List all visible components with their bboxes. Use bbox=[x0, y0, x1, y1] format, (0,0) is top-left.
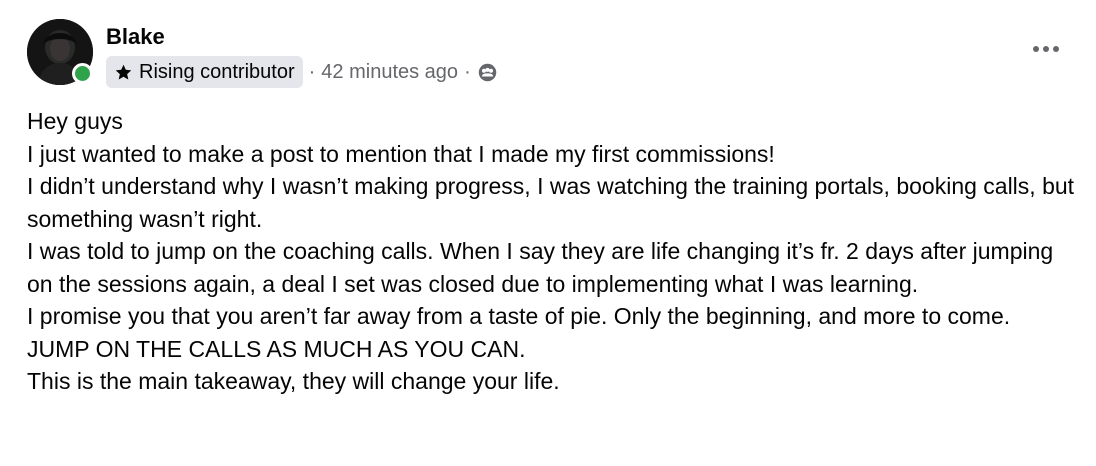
post-paragraph: I promise you that you aren’t far away f… bbox=[27, 303, 1011, 329]
online-status-dot bbox=[72, 63, 93, 84]
group-icon[interactable] bbox=[477, 62, 498, 83]
post-paragraph: JUMP ON THE CALLS AS MUCH AS YOU CAN. bbox=[27, 335, 526, 362]
post-paragraph: Hey guys bbox=[27, 108, 123, 134]
contributor-badge[interactable]: Rising contributor bbox=[106, 56, 303, 88]
more-options-icon[interactable] bbox=[1031, 39, 1061, 59]
meta-separator: · bbox=[308, 60, 316, 83]
post-card: Blake Rising contributor · 42 minutes ag… bbox=[0, 0, 1096, 466]
post-timestamp[interactable]: 42 minutes ago bbox=[321, 61, 458, 84]
star-icon bbox=[115, 64, 132, 80]
more-dot bbox=[1033, 46, 1039, 52]
author-name[interactable]: Blake bbox=[106, 24, 165, 50]
meta-separator: · bbox=[464, 60, 471, 83]
post-paragraph: This is the main takeaway, they will cha… bbox=[27, 368, 560, 394]
post-paragraph: I was told to jump on the coaching calls… bbox=[27, 238, 1054, 297]
more-dot bbox=[1053, 46, 1059, 52]
more-dot bbox=[1043, 46, 1049, 52]
author-avatar[interactable] bbox=[27, 19, 93, 85]
post-paragraph: I just wanted to make a post to mention … bbox=[27, 140, 775, 167]
badge-label: Rising contributor bbox=[139, 60, 295, 83]
post-paragraph: I didn’t understand why I wasn’t making … bbox=[27, 173, 1075, 232]
post-meta: Rising contributor · 42 minutes ago · bbox=[106, 56, 498, 88]
post-body: Hey guys I just wanted to make a post to… bbox=[27, 105, 1077, 398]
